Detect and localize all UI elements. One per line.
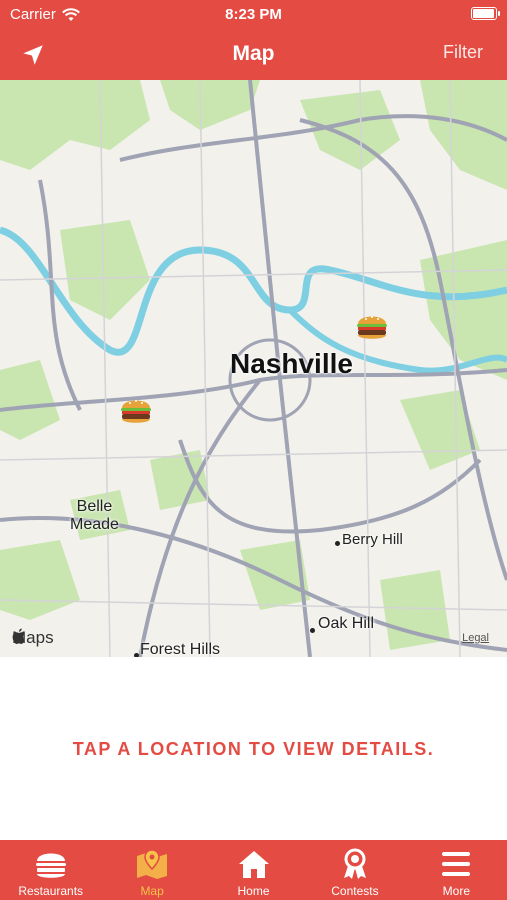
tab-label: More xyxy=(442,884,470,898)
home-icon xyxy=(238,851,269,878)
place-dot xyxy=(310,628,315,633)
nav-bar: Map Filter xyxy=(0,30,507,80)
menu-icon xyxy=(442,852,471,876)
status-bar: Carrier 8:23 PM xyxy=(0,0,507,30)
tab-bar: Restaurants Map Home Contests More xyxy=(0,840,507,900)
map-pin-icon xyxy=(137,849,168,879)
tab-label: Restaurants xyxy=(18,884,84,898)
award-ribbon-icon xyxy=(343,848,366,879)
burger-marker[interactable] xyxy=(118,392,154,428)
city-label: Nashville xyxy=(230,348,353,379)
tab-home[interactable]: Home xyxy=(203,840,304,900)
burger-marker[interactable] xyxy=(354,308,390,344)
details-prompt: TAP A LOCATION TO VIEW DETAILS. xyxy=(72,739,435,759)
legal-link[interactable]: Legal xyxy=(462,632,489,644)
tab-label: Home xyxy=(237,884,270,898)
apple-logo-icon xyxy=(12,628,25,644)
place-dot xyxy=(335,541,340,546)
details-panel: TAP A LOCATION TO VIEW DETAILS. xyxy=(0,657,507,840)
place-label-berry-hill: Berry Hill xyxy=(342,531,403,548)
battery-icon xyxy=(471,7,500,20)
page-title: Map xyxy=(232,42,275,65)
filter-button[interactable]: Filter xyxy=(443,42,483,63)
status-time: 8:23 PM xyxy=(225,6,282,23)
burger-icon xyxy=(35,853,66,878)
tab-restaurants[interactable]: Restaurants xyxy=(0,840,101,900)
tab-more[interactable]: More xyxy=(406,840,507,900)
header: Carrier 8:23 PM Map Filter xyxy=(0,0,507,80)
place-label-belle-meade: Belle Meade xyxy=(70,498,119,533)
map-view[interactable]: Nashville Belle Meade Berry Hill Oak Hil… xyxy=(0,80,507,657)
tab-contests[interactable]: Contests xyxy=(304,840,405,900)
place-label-forest-hills: Forest Hills xyxy=(140,641,221,657)
tab-label: Map xyxy=(140,884,164,898)
maps-attribution: Maps xyxy=(12,628,54,648)
tab-label: Contests xyxy=(331,884,379,898)
tab-map[interactable]: Map xyxy=(101,840,202,900)
place-label-oak-hill: Oak Hill xyxy=(318,615,375,632)
